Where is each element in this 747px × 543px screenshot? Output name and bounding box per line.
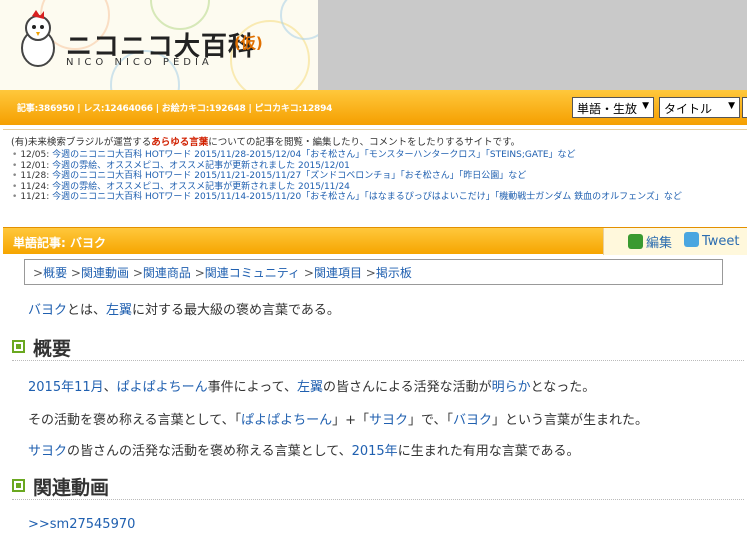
site-intro: (有)未来検索ブラジルが運営するあらゆる言葉についての記事を閲覧・編集したり、コ…: [11, 134, 520, 148]
site-stats: 記事:386950 | レス:12464066 | お絵カキコ:192648 |…: [17, 104, 333, 114]
body-text: 事件によって、: [207, 380, 297, 395]
news-item[interactable]: 12/01: 今週の雰絵、オススメピコ、オススメ記事が更新されました 2015/…: [12, 161, 742, 172]
edit-button[interactable]: 編集: [628, 232, 672, 251]
body-text: 」で、「: [408, 413, 453, 428]
body-text: 」+「: [332, 413, 369, 428]
keyword-link[interactable]: バヨク: [28, 303, 67, 318]
article-tools: 編集 Tweet: [603, 228, 747, 255]
toc-related-community[interactable]: 関連コミュニティ: [205, 266, 300, 280]
toc-bbs[interactable]: 掲示板: [376, 266, 412, 280]
body-text: 」という言葉が生まれた。: [492, 413, 649, 428]
body-text: 、: [103, 380, 117, 395]
section-heading-overview: 概要: [12, 333, 744, 361]
search-type-value: 単語・生放: [577, 102, 638, 116]
search-target-value: タイトル: [664, 102, 713, 116]
pencil-icon: [628, 234, 643, 249]
logo-subtitle: NICO NICO PEDIA: [66, 57, 213, 68]
news-date: 11/24:: [20, 181, 50, 192]
twitter-icon: [684, 232, 699, 247]
intro-text: (有)未来検索ブラジルが運営する: [11, 137, 152, 148]
keyword-link[interactable]: 2015年11月: [28, 380, 104, 395]
stats-bar: 記事:386950 | レス:12464066 | お絵カキコ:192648 |…: [0, 90, 747, 125]
news-link[interactable]: 今週のニコニコ大百科 HOTワード 2015/11/14-2015/11/20「…: [52, 192, 682, 202]
article-header: 単語記事: バヨク 編集 Tweet: [3, 227, 747, 255]
news-item[interactable]: 11/28: 今週のニコニコ大百科 HOTワード 2015/11/21-2015…: [12, 171, 742, 182]
site-logo[interactable]: ニコニコ大百科 (仮) NICO NICO PEDIA: [0, 0, 318, 90]
related-video-link[interactable]: >>sm27545970: [28, 517, 135, 532]
tweet-button[interactable]: Tweet: [684, 232, 740, 249]
keyword-link[interactable]: バヨク: [453, 413, 492, 428]
news-date: 11/28:: [20, 171, 50, 182]
chevron-down-icon: ▼: [642, 101, 649, 111]
search-target-select[interactable]: タイトル ▼: [659, 97, 740, 118]
body-text: の皆さんの活発な活動を褒め称える言葉として、: [67, 444, 352, 459]
intro-highlight: あらゆる言葉: [151, 137, 209, 148]
article-title: 単語記事: バヨク: [13, 236, 106, 250]
chevron-down-icon: ▼: [728, 101, 735, 111]
heading-text: 関連動画: [33, 477, 110, 499]
keyword-link[interactable]: ぱよぱよちーん: [117, 380, 208, 395]
site-news: (有)未来検索ブラジルが運営するあらゆる言葉についての記事を閲覧・編集したり、コ…: [3, 129, 747, 217]
news-link[interactable]: 今週のニコニコ大百科 HOTワード 2015/11/28-2015/12/04「…: [52, 150, 575, 160]
overview-paragraph: その活動を褒め称える言葉として、「ぱよぱよちーん」+「サヨク」で、「バヨク」とい…: [28, 409, 648, 428]
toc-overview[interactable]: 概要: [43, 266, 67, 280]
toc-related-products[interactable]: 関連商品: [143, 266, 191, 280]
keyword-link[interactable]: サヨク: [369, 413, 408, 428]
search-type-select[interactable]: 単語・生放 ▼: [572, 97, 654, 118]
body-text: となった。: [530, 380, 596, 395]
keyword-link[interactable]: 2015年: [352, 444, 398, 459]
news-date: 12/05:: [20, 150, 50, 160]
news-item[interactable]: 11/24: 今週の雰絵、オススメピコ、オススメ記事が更新されました 2015/…: [12, 182, 742, 193]
video-link[interactable]: >>sm27545970: [28, 517, 135, 532]
keyword-link[interactable]: ぱよぱよちーん: [241, 413, 332, 428]
body-text: とは、: [67, 303, 107, 318]
heading-text: 概要: [33, 338, 72, 360]
news-item[interactable]: 12/05: 今週のニコニコ大百科 HOTワード 2015/11/28-2015…: [12, 150, 742, 161]
news-link[interactable]: 今週のニコニコ大百科 HOTワード 2015/11/21-2015/11/27「…: [52, 171, 526, 181]
news-list: 12/05: 今週のニコニコ大百科 HOTワード 2015/11/28-2015…: [12, 150, 742, 203]
news-date: 12/01:: [20, 160, 50, 171]
overview-paragraph: サヨクの皆さんの活発な活動を褒め称える言葉として、2015年に生まれた有用な言葉…: [28, 440, 580, 459]
body-text: に対する最大級の褒め言葉である。: [132, 303, 340, 318]
keyword-link[interactable]: サヨク: [28, 444, 67, 459]
keyword-link[interactable]: 明らか: [492, 380, 531, 395]
ad-banner-area: [318, 0, 747, 90]
keyword-link[interactable]: 左翼: [106, 303, 132, 318]
overview-paragraph: 2015年11月、ぱよぱよちーん事件によって、左翼の皆さんによる活発な活動が明ら…: [28, 376, 595, 395]
logo-kari: (仮): [234, 34, 263, 52]
news-item[interactable]: 11/21: 今週のニコニコ大百科 HOTワード 2015/11/14-2015…: [12, 192, 742, 203]
section-heading-related-videos: 関連動画: [12, 472, 744, 500]
mascot-icon: [21, 10, 55, 67]
edit-label: 編集: [646, 236, 673, 251]
news-date: 11/21:: [20, 192, 50, 203]
article-lead: バヨクとは、左翼に対する最大級の褒め言葉である。: [28, 299, 340, 318]
heading-bullet-icon: [12, 340, 25, 353]
news-link[interactable]: 今週の雰絵、オススメピコ、オススメ記事が更新されました 2015/11/24: [52, 182, 350, 192]
heading-bullet-icon: [12, 479, 25, 492]
news-link[interactable]: 今週の雰絵、オススメピコ、オススメ記事が更新されました 2015/12/01: [52, 161, 350, 171]
search-match-select[interactable]: [742, 97, 747, 118]
toc-related-videos[interactable]: 関連動画: [81, 266, 129, 280]
toc-related-items[interactable]: 関連項目: [314, 266, 362, 280]
intro-text-after: についての記事を閲覧・編集したり、コメントをしたりするサイトです。: [208, 137, 521, 148]
site-header: ニコニコ大百科 (仮) NICO NICO PEDIA: [0, 0, 747, 90]
body-text: の皆さんによる活発な活動が: [323, 380, 492, 395]
table-of-contents: >概要 >関連動画 >関連商品 >関連コミュニティ >関連項目 >掲示板: [24, 259, 723, 285]
body-text: に生まれた有用な言葉である。: [397, 444, 580, 459]
keyword-link[interactable]: 左翼: [297, 380, 323, 395]
tweet-label: Tweet: [702, 234, 740, 249]
body-text: その活動を褒め称える言葉として、「: [28, 413, 242, 428]
